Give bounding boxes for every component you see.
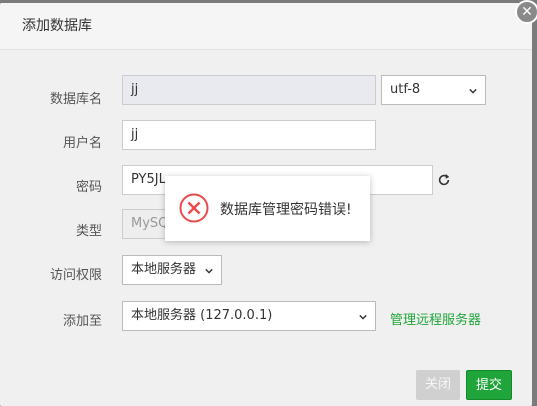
username-label: 用户名 (62, 136, 102, 151)
manage-remote-server-link[interactable]: 管理远程服务器 (390, 309, 481, 328)
add-to-value: 本地服务器 (127.0.0.1) (131, 308, 273, 323)
chevron-down-icon (205, 268, 213, 274)
access-select[interactable]: 本地服务器 (122, 255, 222, 285)
add-to-select[interactable]: 本地服务器 (127.0.0.1) (122, 301, 376, 331)
close-button[interactable]: 关闭 (416, 370, 460, 400)
db-name-label: 数据库名 (49, 92, 102, 107)
submit-button[interactable]: 提交 (466, 370, 512, 400)
refresh-icon[interactable] (437, 173, 451, 187)
dialog-title: 添加数据库 (0, 3, 532, 50)
error-message: 数据库管理密码错误! (220, 202, 352, 218)
username-input[interactable]: jj (122, 120, 376, 150)
add-to-label: 添加至 (62, 314, 102, 329)
charset-value: utf-8 (390, 82, 421, 97)
type-label: 类型 (75, 224, 102, 239)
access-value: 本地服务器 (131, 262, 197, 277)
dialog-footer: 关闭 提交 (0, 358, 532, 406)
chevron-down-icon (359, 314, 367, 320)
chevron-down-icon (469, 88, 477, 94)
error-alert: 数据库管理密码错误! (165, 176, 370, 241)
error-circle-icon (179, 193, 209, 223)
access-label: 访问权限 (49, 268, 102, 283)
password-label: 密码 (75, 180, 102, 195)
dialog-close-icon[interactable]: ✕ (515, 0, 537, 24)
charset-select[interactable]: utf-8 (381, 75, 486, 105)
db-name-input[interactable]: jj (122, 75, 376, 105)
